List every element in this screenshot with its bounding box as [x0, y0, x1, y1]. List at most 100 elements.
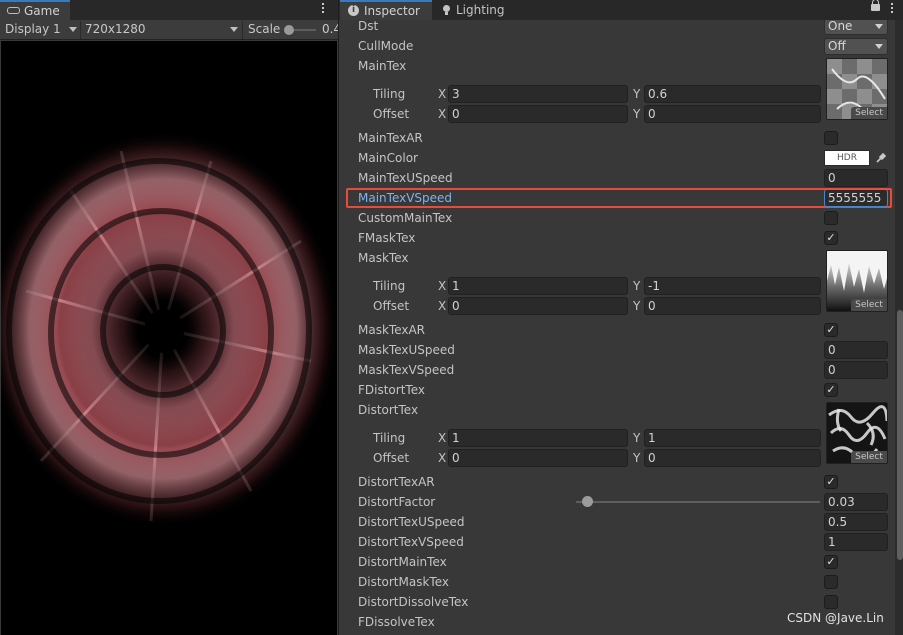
inspector-scrollbar[interactable]: [895, 20, 903, 635]
distorttex-offset-label: Offset: [373, 451, 410, 465]
masktexar-checkbox[interactable]: ✓: [824, 323, 838, 337]
tab-lighting[interactable]: Lighting: [433, 0, 523, 20]
dst-label: Dst: [358, 20, 379, 33]
fdissolvetex-label: FDissolveTex: [358, 615, 435, 629]
maintex-label: MainTex: [358, 59, 407, 73]
maintex-slot[interactable]: Select: [826, 58, 888, 120]
distorttex-tiling-y-field[interactable]: 1: [644, 429, 821, 447]
masktexar-label: MaskTexAR: [358, 323, 426, 337]
masktex-label: MaskTex: [358, 251, 409, 265]
maintex-tiling-y-field[interactable]: 0.6: [644, 85, 821, 103]
fmasktex-label: FMaskTex: [358, 231, 416, 245]
tab-game-label: Game: [24, 4, 60, 18]
material-properties: Dst One CullMode Off MainTex Select Tili…: [339, 20, 903, 635]
masktex-offset-y-field[interactable]: 0: [644, 297, 821, 315]
toolbar-divider: [242, 21, 243, 39]
resolution-dropdown[interactable]: 720x1280: [85, 20, 240, 39]
dst-value: One: [828, 20, 853, 33]
inspector-panel: i Inspector Lighting Dst One CullMode Of…: [338, 0, 903, 635]
maintexvspeed-field[interactable]: 5555555: [824, 189, 888, 207]
masktexuspeed-field[interactable]: 0: [824, 341, 888, 359]
maintex-select-button[interactable]: Select: [851, 107, 887, 119]
axis-x-label: X: [438, 279, 447, 293]
masktex-offset-x-field[interactable]: 0: [448, 297, 628, 315]
maintex-offset-x-field[interactable]: 0: [448, 105, 628, 123]
axis-x-label: X: [438, 107, 447, 121]
distortmaintex-checkbox[interactable]: ✓: [824, 555, 838, 569]
display-dropdown[interactable]: Display 1: [5, 20, 80, 39]
masktexvspeed-field[interactable]: 0: [824, 361, 888, 379]
distorttex-slot[interactable]: Select: [826, 402, 888, 464]
masktex-tiling-y-field[interactable]: -1: [644, 277, 821, 295]
chevron-down-icon: [69, 27, 77, 32]
fmasktex-checkbox[interactable]: ✓: [824, 231, 838, 245]
inspector-menu-icon[interactable]: [890, 3, 894, 16]
masktex-slot[interactable]: Select: [826, 250, 888, 312]
distortfactor-slider-handle[interactable]: [582, 496, 593, 507]
maincolor-swatch[interactable]: HDR: [824, 150, 870, 166]
distorttex-select-button[interactable]: Select: [851, 451, 887, 463]
lock-icon[interactable]: [871, 0, 880, 11]
distorttex-tiling-label: Tiling: [373, 431, 406, 445]
distortfactor-slider-track[interactable]: [576, 501, 820, 503]
distortmaintex-label: DistortMainTex: [358, 555, 447, 569]
scale-slider-handle[interactable]: [284, 25, 294, 35]
axis-x-label: X: [438, 451, 447, 465]
masktex-tiling-x-field[interactable]: 1: [448, 277, 628, 295]
distorttex-offset-y-field[interactable]: 0: [644, 449, 821, 467]
distortmasktex-label: DistortMaskTex: [358, 575, 449, 589]
axis-y-label: Y: [633, 107, 641, 121]
distorttexvspeed-field[interactable]: 1: [824, 533, 888, 551]
game-viewport[interactable]: [1, 41, 337, 635]
distortfactor-field[interactable]: 0.03: [824, 493, 888, 511]
tab-inspector[interactable]: i Inspector: [340, 0, 432, 20]
dst-dropdown[interactable]: One: [824, 20, 888, 35]
tab-game[interactable]: Game: [0, 0, 70, 20]
effect-render: [1, 129, 337, 529]
fdistorttex-checkbox[interactable]: ✓: [824, 383, 838, 397]
cullmode-label: CullMode: [358, 39, 414, 53]
scrollbar-thumb[interactable]: [897, 310, 903, 560]
distorttexar-checkbox[interactable]: ✓: [824, 475, 838, 489]
chevron-down-icon: [230, 27, 238, 32]
axis-y-label: Y: [633, 299, 641, 313]
chevron-down-icon: [875, 24, 883, 29]
maintexuspeed-field[interactable]: 0: [824, 169, 888, 187]
cullmode-value: Off: [828, 39, 846, 53]
distorttex-label: DistortTex: [358, 403, 419, 417]
eyedropper-icon[interactable]: [875, 152, 887, 164]
display-label: Display 1: [5, 22, 61, 36]
distortdissolvetex-checkbox[interactable]: [824, 595, 838, 609]
masktexuspeed-label: MaskTexUSpeed: [358, 343, 455, 357]
distorttex-offset-x-field[interactable]: 0: [448, 449, 628, 467]
maintexvspeed-label: MainTexVSpeed: [358, 191, 453, 205]
distorttex-tiling-x-field[interactable]: 1: [448, 429, 628, 447]
cullmode-dropdown[interactable]: Off: [824, 38, 888, 55]
distortmasktex-checkbox[interactable]: [824, 575, 838, 589]
maincolor-label: MainColor: [358, 151, 418, 165]
scale-value: 0.4: [322, 22, 338, 36]
game-menu-icon[interactable]: [321, 3, 325, 16]
distorttexuspeed-field[interactable]: 0.5: [824, 513, 888, 531]
scale-label: Scale: [248, 22, 281, 36]
custommaintex-checkbox[interactable]: [824, 211, 838, 225]
maintex-tiling-x-field[interactable]: 3: [448, 85, 628, 103]
distortdissolvetex-label: DistortDissolveTex: [358, 595, 469, 609]
lightbulb-icon: [443, 5, 450, 15]
maintex-offset-y-field[interactable]: 0: [644, 105, 821, 123]
masktex-tiling-label: Tiling: [373, 279, 406, 293]
distorttexvspeed-label: DistortTexVSpeed: [358, 535, 464, 549]
distorttexar-label: DistortTexAR: [358, 475, 435, 489]
axis-x-label: X: [438, 87, 447, 101]
custommaintex-label: CustomMainTex: [358, 211, 453, 225]
toolbar-divider: [80, 21, 81, 39]
maintexuspeed-label: MainTexUSpeed: [358, 171, 453, 185]
gamepad-icon: [7, 7, 20, 14]
game-toolbar: Display 1 720x1280 Scale 0.4: [0, 20, 338, 40]
masktex-select-button[interactable]: Select: [851, 299, 887, 311]
axis-x-label: X: [438, 431, 447, 445]
maintexar-checkbox[interactable]: [824, 131, 838, 145]
masktexvspeed-label: MaskTexVSpeed: [358, 363, 455, 377]
game-panel: Game Display 1 720x1280 Scale 0.4: [0, 0, 338, 635]
fdistorttex-label: FDistortTex: [358, 383, 425, 397]
